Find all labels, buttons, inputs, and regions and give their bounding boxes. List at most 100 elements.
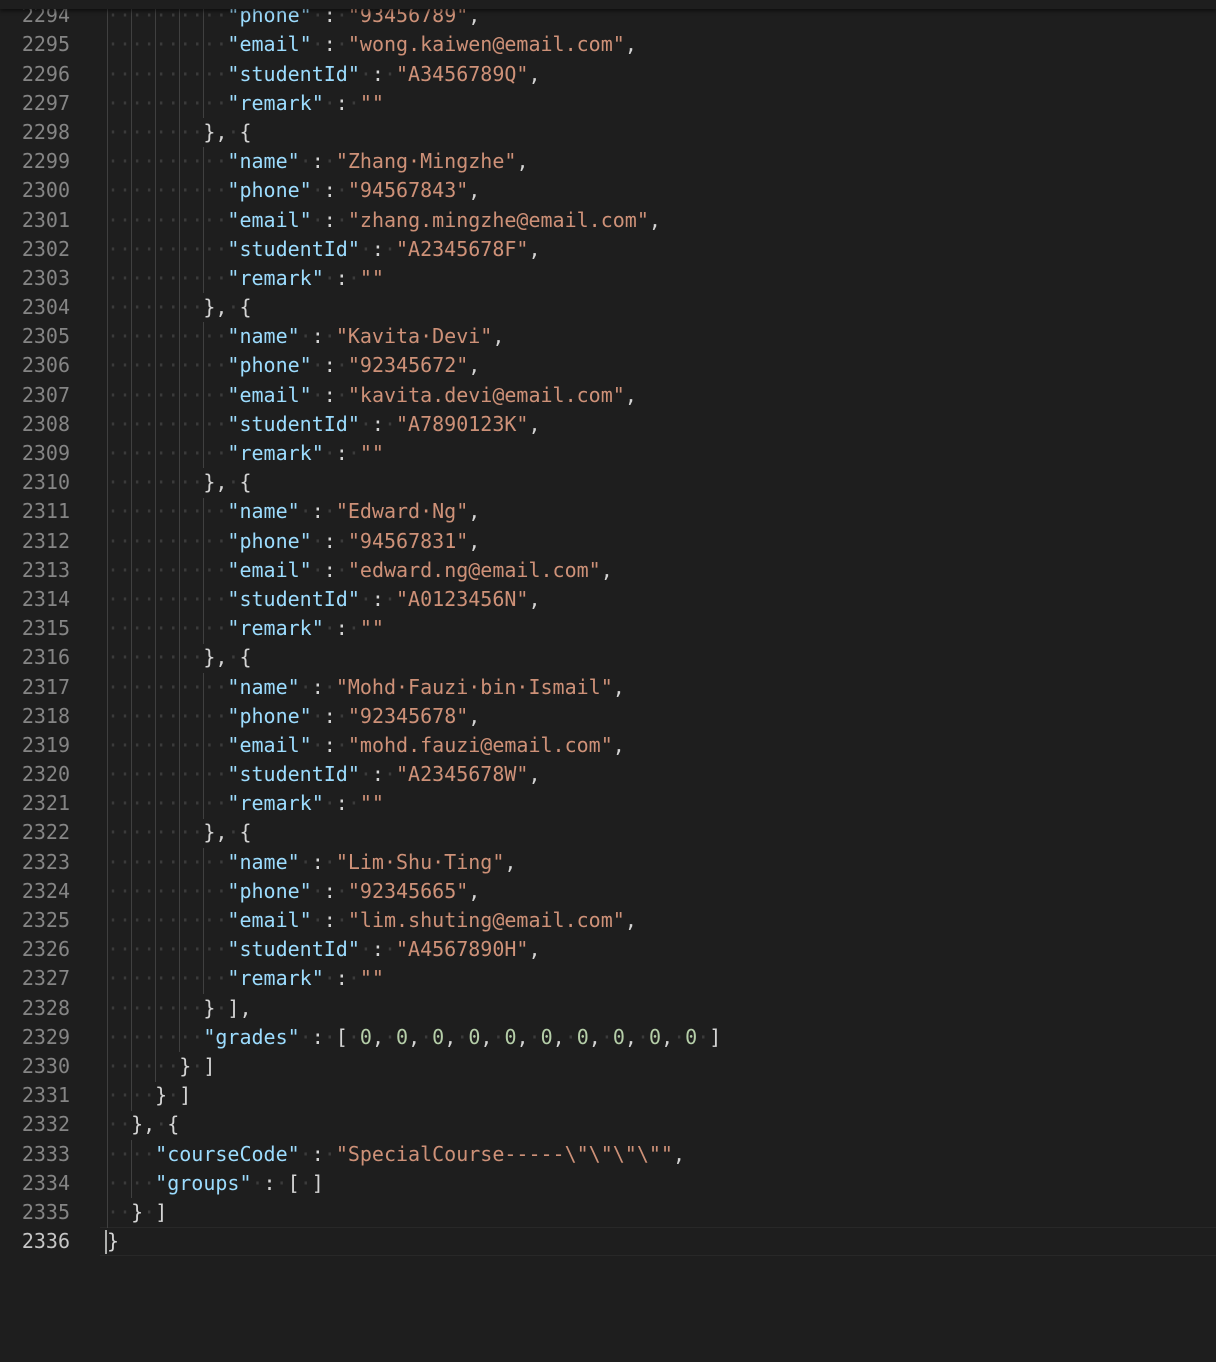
code-line[interactable]: 2301 ··········"email"·:·"zhang.mingzhe@e… — [0, 206, 1216, 235]
code-line[interactable]: 2331 ····}·] — [0, 1081, 1216, 1110]
line-code[interactable]: ····"groups"·:·[·] — [107, 1169, 324, 1198]
line-code[interactable]: ··········"remark"·:·"" — [107, 439, 384, 468]
code-line[interactable]: 2317 ··········"name"·:·"Mohd·Fauzi·bin·I… — [0, 673, 1216, 702]
line-code[interactable]: ··········"phone"·:·"92345672", — [107, 351, 480, 380]
indent-guide — [107, 789, 108, 819]
indent-guide — [131, 88, 133, 118]
code-line[interactable]: 2316 ········},·{ — [0, 643, 1216, 672]
line-code[interactable]: ··········"studentId"·:·"A4567890H", — [107, 935, 541, 964]
code-line[interactable]: 2299 ··········"name"·:·"Zhang·Mingzhe", — [0, 147, 1216, 176]
line-code[interactable]: ··········"phone"·:·"92345678", — [107, 702, 480, 731]
code-line[interactable]: 2335 ··}·] — [0, 1198, 1216, 1227]
code-line[interactable]: 2309 ··········"remark"·:·"" — [0, 439, 1216, 468]
line-code[interactable]: ····}·] — [107, 1081, 191, 1110]
code-line[interactable]: 2329 ········"grades"·:·[·0,·0,·0,·0,·0,·… — [0, 1023, 1216, 1052]
indent-guide — [179, 410, 181, 440]
line-code[interactable]: ··········"remark"·:·"" — [107, 264, 384, 293]
line-code[interactable]: } — [107, 1227, 119, 1256]
line-code[interactable]: ··········"name"·:·"Zhang·Mingzhe", — [107, 147, 528, 176]
code-line[interactable]: 2324 ··········"phone"·:·"92345665", — [0, 877, 1216, 906]
code-line[interactable]: 2334 ····"groups"·:·[·] — [0, 1169, 1216, 1198]
code-line[interactable]: 2336} — [0, 1227, 1216, 1257]
line-code[interactable]: ········"grades"·:·[·0,·0,·0,·0,·0,·0,·0… — [107, 1023, 721, 1052]
line-code[interactable]: ··········"email"·:·"edward.ng@email.com… — [107, 556, 613, 585]
line-code[interactable]: ··········"name"·:·"Lim·Shu·Ting", — [107, 848, 516, 877]
line-number: 2300 — [21, 178, 70, 203]
code-line[interactable]: 2302 ··········"studentId"·:·"A2345678F", — [0, 235, 1216, 264]
line-code[interactable]: ··········"email"·:·"kavita.devi@email.c… — [107, 381, 637, 410]
code-line[interactable]: 2296 ··········"studentId"·:·"A3456789Q", — [0, 60, 1216, 89]
indent-guide — [131, 176, 133, 206]
line-code[interactable]: ··········"phone"·:·"94567843", — [107, 176, 480, 205]
indent-guide — [203, 351, 205, 381]
indent-guide — [179, 789, 181, 819]
line-code[interactable]: ··········"studentId"·:·"A2345678F", — [107, 235, 541, 264]
line-code[interactable]: ··········"email"·:·"zhang.mingzhe@email… — [107, 206, 661, 235]
line-code[interactable]: ····"courseCode"·:·"SpecialCourse-----\"… — [107, 1140, 685, 1169]
code-line[interactable]: 2308 ··········"studentId"·:·"A7890123K", — [0, 410, 1216, 439]
line-code[interactable]: ··········"email"·:·"mohd.fauzi@email.co… — [107, 731, 625, 760]
line-code[interactable]: ··········"name"·:·"Kavita·Devi", — [107, 322, 504, 351]
line-code[interactable]: ··········"email"·:·"wong.kaiwen@email.c… — [107, 30, 637, 59]
indent-guide — [179, 585, 181, 615]
code-line[interactable]: 2300 ··········"phone"·:·"94567843", — [0, 176, 1216, 205]
code-line[interactable]: 2307 ··········"email"·:·"kavita.devi@ema… — [0, 381, 1216, 410]
code-line[interactable]: 2333 ····"courseCode"·:·"SpecialCourse---… — [0, 1140, 1216, 1169]
code-line[interactable]: 2323 ··········"name"·:·"Lim·Shu·Ting", — [0, 848, 1216, 877]
line-code[interactable]: ··········"remark"·:·"" — [107, 614, 384, 643]
line-number: 2295 — [21, 32, 70, 57]
code-line[interactable]: 2332 ··},·{ — [0, 1110, 1216, 1139]
indent-guide — [179, 877, 181, 907]
line-number: 2322 — [21, 820, 70, 845]
line-code[interactable]: ··········"remark"·:·"" — [107, 789, 384, 818]
line-code[interactable]: ··}·] — [107, 1198, 167, 1227]
line-code[interactable]: ··········"studentId"·:·"A0123456N", — [107, 585, 541, 614]
code-line[interactable]: 2318 ··········"phone"·:·"92345678", — [0, 702, 1216, 731]
code-line[interactable]: 2297 ··········"remark"·:·"" — [0, 89, 1216, 118]
indent-guide — [179, 293, 181, 323]
line-code[interactable]: ··········"studentId"·:·"A3456789Q", — [107, 60, 541, 89]
code-line[interactable]: 2327 ··········"remark"·:·"" — [0, 964, 1216, 993]
line-number: 2314 — [21, 586, 70, 611]
code-line[interactable]: 2315 ··········"remark"·:·"" — [0, 614, 1216, 643]
line-number: 2324 — [21, 878, 70, 903]
indent-guide — [107, 1140, 108, 1170]
indent-guide — [131, 264, 133, 294]
code-line[interactable]: 2311 ··········"name"·:·"Edward·Ng", — [0, 497, 1216, 526]
line-code[interactable]: ··········"email"·:·"lim.shuting@email.c… — [107, 906, 637, 935]
code-line[interactable]: 2322 ········},·{ — [0, 818, 1216, 847]
code-editor[interactable]: 2293········{"name"·:·"Wong·Kai·Wen",229… — [0, 0, 1216, 1362]
line-code[interactable]: ··········"name"·:·"Mohd·Fauzi·bin·Ismai… — [107, 673, 625, 702]
line-code[interactable]: ··········"studentId"·:·"A2345678W", — [107, 760, 541, 789]
code-line[interactable]: 2305 ··········"name"·:·"Kavita·Devi", — [0, 322, 1216, 351]
code-line[interactable]: 2306 ··········"phone"·:·"92345672", — [0, 351, 1216, 380]
code-line[interactable]: 2313 ··········"email"·:·"edward.ng@email… — [0, 556, 1216, 585]
code-line[interactable]: 2328 ········}·], — [0, 994, 1216, 1023]
code-line[interactable]: 2320 ··········"studentId"·:·"A2345678W", — [0, 760, 1216, 789]
code-line[interactable]: 2304 ········},·{ — [0, 293, 1216, 322]
code-line[interactable]: 2303 ··········"remark"·:·"" — [0, 264, 1216, 293]
indent-guide — [179, 994, 181, 1024]
code-line[interactable]: 2298 ········},·{ — [0, 118, 1216, 147]
indent-guide — [203, 205, 205, 235]
code-line[interactable]: 2312 ··········"phone"·:·"94567831", — [0, 527, 1216, 556]
line-number: 2307 — [21, 382, 70, 407]
line-code[interactable]: ··},·{ — [107, 1110, 179, 1139]
indent-guide — [179, 468, 181, 498]
code-line[interactable]: 2295 ··········"email"·:·"wong.kaiwen@ema… — [0, 30, 1216, 59]
code-line[interactable]: 2321 ··········"remark"·:·"" — [0, 789, 1216, 818]
line-code[interactable]: ··········"remark"·:·"" — [107, 964, 384, 993]
code-line[interactable]: 2314 ··········"studentId"·:·"A0123456N", — [0, 585, 1216, 614]
code-line[interactable]: 2330 ······}·] — [0, 1052, 1216, 1081]
code-line[interactable]: 2310 ········},·{ — [0, 468, 1216, 497]
line-code[interactable]: ··········"remark"·:·"" — [107, 89, 384, 118]
line-code[interactable]: ··········"studentId"·:·"A7890123K", — [107, 410, 541, 439]
line-code[interactable]: ··········"name"·:·"Edward·Ng", — [107, 497, 480, 526]
code-line[interactable]: 2326 ··········"studentId"·:·"A4567890H", — [0, 935, 1216, 964]
editor-lines[interactable]: 2293········{"name"·:·"Wong·Kai·Wen",229… — [0, 0, 1216, 1257]
line-code[interactable]: ··········"phone"·:·"94567831", — [107, 527, 480, 556]
line-code[interactable]: ······}·] — [107, 1052, 215, 1081]
code-line[interactable]: 2319 ··········"email"·:·"mohd.fauzi@emai… — [0, 731, 1216, 760]
line-code[interactable]: ··········"phone"·:·"92345665", — [107, 877, 480, 906]
code-line[interactable]: 2325 ··········"email"·:·"lim.shuting@ema… — [0, 906, 1216, 935]
